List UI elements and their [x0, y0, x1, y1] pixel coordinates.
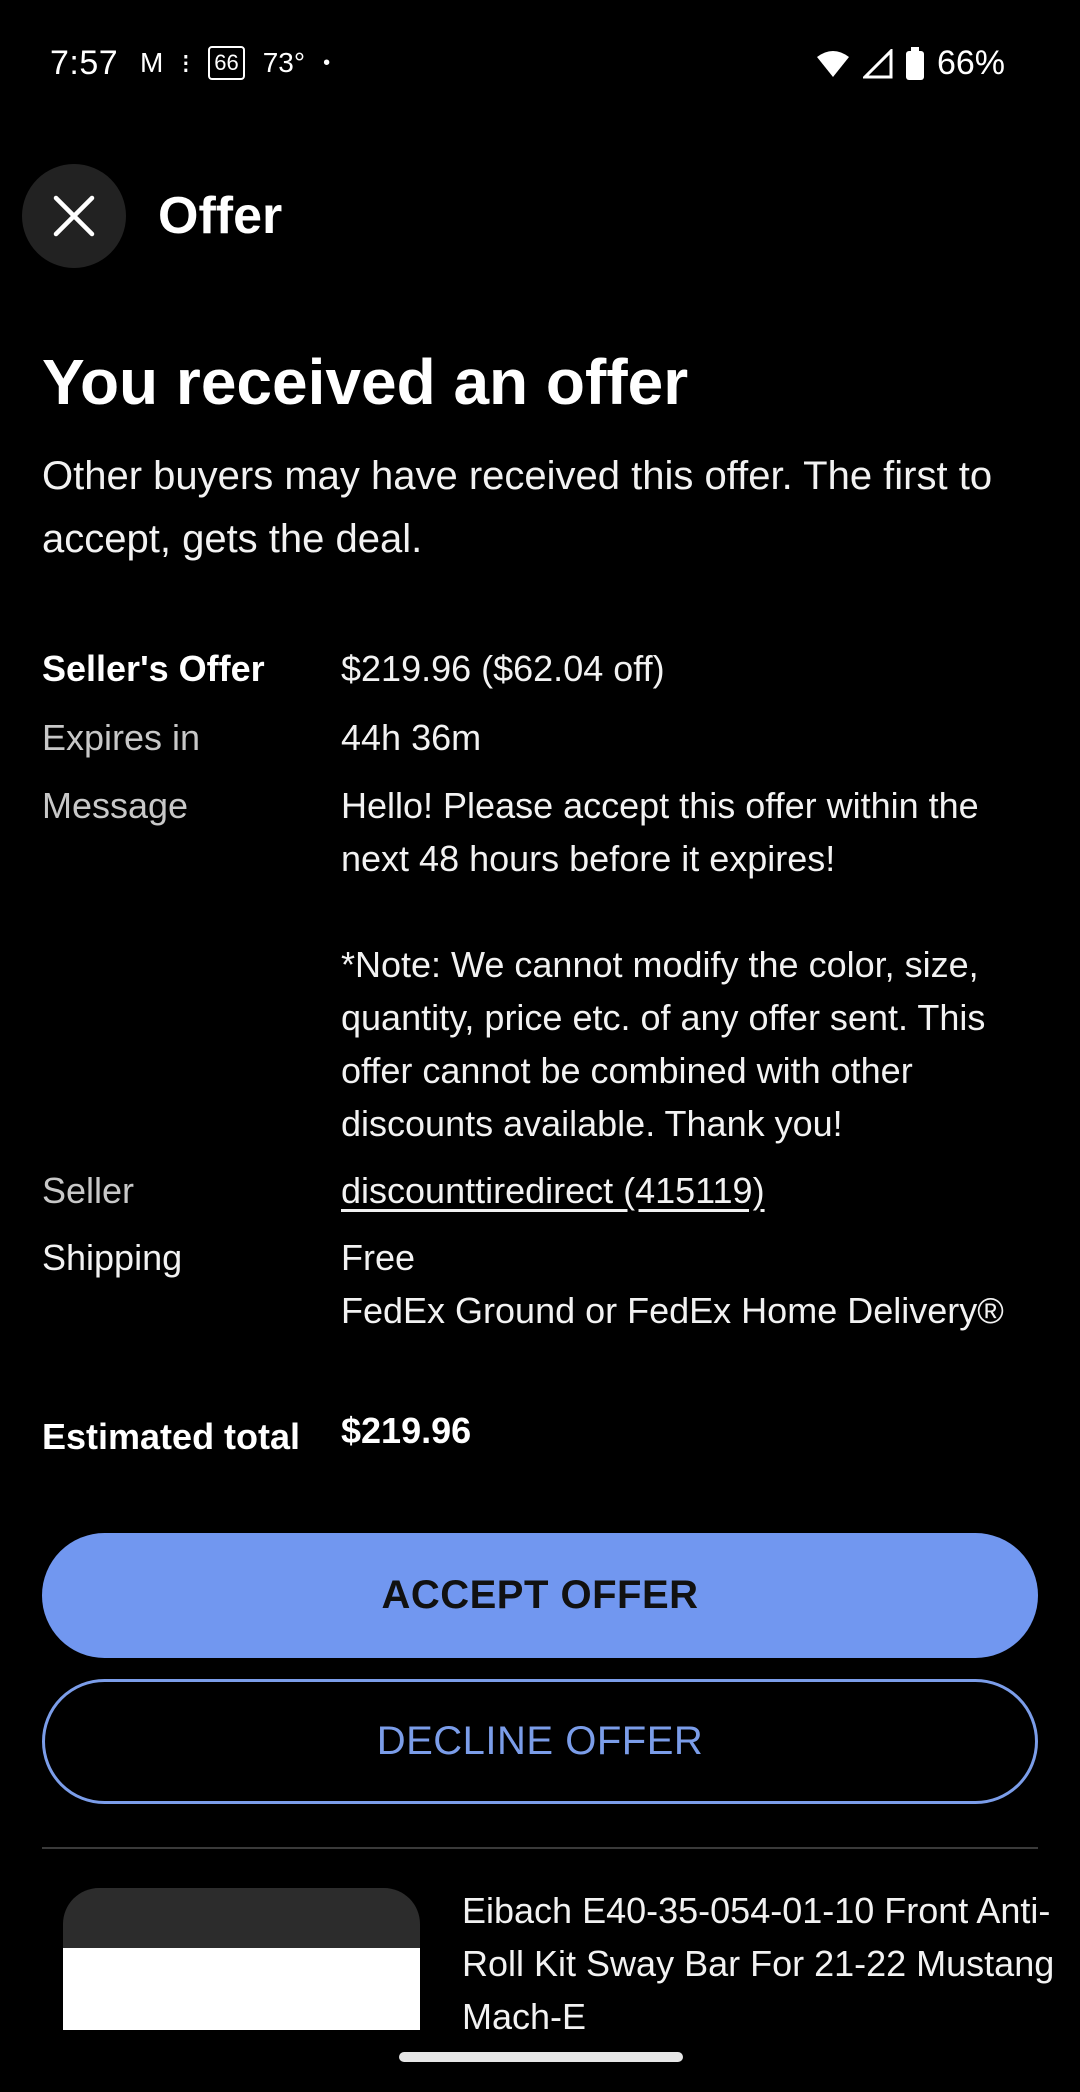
- accept-offer-button[interactable]: ACCEPT OFFER: [42, 1533, 1038, 1658]
- battery-icon: [905, 46, 924, 80]
- message-spacer: [341, 885, 1041, 938]
- expires-label: Expires in: [42, 717, 201, 758]
- estimated-total-label: Estimated total: [42, 1416, 301, 1457]
- home-indicator[interactable]: [399, 2052, 683, 2062]
- shipping-value: Free FedEx Ground or FedEx Home Delivery…: [341, 1231, 1041, 1337]
- product-title: Eibach E40-35-054-01-10 Front Anti-Roll …: [462, 1890, 1055, 2030]
- message-label: Message: [42, 785, 189, 826]
- message-paragraph: Hello! Please accept this offer within t…: [341, 785, 979, 879]
- estimated-total-value: $219.96: [341, 1410, 472, 1451]
- shipping-cost: Free: [341, 1237, 416, 1278]
- close-button[interactable]: [22, 164, 126, 268]
- expires-value: 44h 36m: [341, 717, 482, 758]
- product-image[interactable]: [63, 1888, 420, 2030]
- battery-percent: 66%: [936, 44, 1005, 82]
- cell-signal-icon: [862, 48, 893, 78]
- product-title-container[interactable]: Eibach E40-35-054-01-10 Front Anti-Roll …: [462, 1884, 1062, 2030]
- close-icon: [53, 195, 95, 237]
- product-image-content: [63, 1948, 420, 2030]
- header-title: Offer: [158, 187, 283, 245]
- sellers-offer-value: $219.96 ($62.04 off): [341, 648, 665, 689]
- status-time: 7:57: [50, 44, 119, 82]
- more-notifications-dot: •: [323, 51, 331, 74]
- shipping-method: FedEx Ground or FedEx Home Delivery®: [341, 1290, 1004, 1331]
- badge-icon: 66: [208, 46, 245, 80]
- message-note: *Note: We cannot modify the color, size,…: [341, 944, 986, 1144]
- divider: [42, 1847, 1038, 1849]
- seller-link[interactable]: discounttiredirect (415119): [341, 1164, 1041, 1217]
- temperature: 73°: [262, 47, 306, 78]
- sellers-offer-label: Seller's Offer: [42, 648, 265, 689]
- system-icons: 66%: [815, 44, 1005, 83]
- offer-subtitle: Other buyers may have received this offe…: [42, 454, 993, 561]
- wifi-icon: [816, 50, 849, 77]
- shipping-label: Shipping: [42, 1237, 183, 1278]
- notification-icons: M ⁝ 66 73° •: [140, 46, 330, 80]
- gmail-icon: M: [140, 47, 164, 78]
- page-title: You received an offer: [42, 346, 689, 418]
- seller-label: Seller: [42, 1170, 135, 1211]
- decline-offer-button[interactable]: DECLINE OFFER: [42, 1679, 1038, 1804]
- app-notification-icon: ⁝: [181, 47, 191, 79]
- message-value: Hello! Please accept this offer within t…: [341, 779, 1041, 1150]
- status-bar: 7:57 M ⁝ 66 73° • 66%: [0, 0, 1080, 130]
